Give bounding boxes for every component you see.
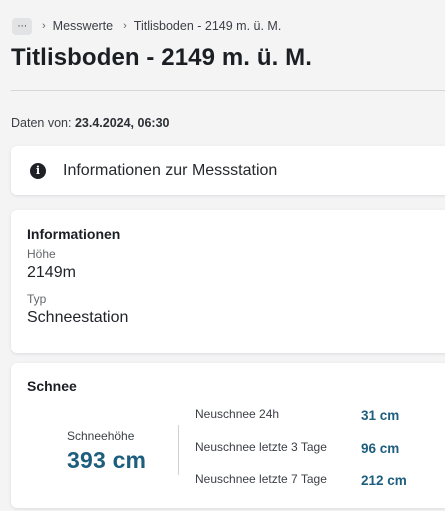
station-info-label: Informationen zur Messstation bbox=[63, 161, 278, 179]
type-label: Typ bbox=[27, 292, 47, 306]
breadcrumb-item-current: Titlisboden - 2149 m. ü. M. bbox=[133, 19, 282, 33]
info-icon: i bbox=[30, 162, 46, 179]
new-snow-24h-value: 31 cm bbox=[361, 408, 400, 423]
new-snow-24h-label: Neuschnee 24h bbox=[195, 407, 280, 421]
new-snow-3d: Neuschnee letzte 3 Tage 96 cm bbox=[195, 440, 399, 456]
divider bbox=[11, 90, 445, 91]
chevron-right-icon: › bbox=[42, 20, 46, 32]
snow-depth-label: Schneehöhe bbox=[67, 429, 135, 443]
type-value: Schneestation bbox=[27, 309, 129, 326]
new-snow-3d-value: 96 cm bbox=[361, 441, 400, 456]
details-card: Informationen Höhe 2149m Typ Schneestati… bbox=[11, 210, 445, 353]
breadcrumb-item-messwerte[interactable]: Messwerte bbox=[53, 19, 113, 33]
details-heading: Informationen bbox=[27, 226, 121, 242]
page-title: Titlisboden - 2149 m. ü. M. bbox=[11, 44, 312, 71]
new-snow-7d-label: Neuschnee letzte 7 Tage bbox=[195, 472, 327, 486]
snow-card: Schnee Schneehöhe 393 cm Neuschnee 24h 3… bbox=[11, 363, 445, 508]
new-snow-3d-label: Neuschnee letzte 3 Tage bbox=[195, 440, 327, 454]
data-timestamp: Daten von: 23.4.2024, 06:30 bbox=[11, 116, 169, 130]
vertical-divider bbox=[178, 425, 179, 475]
snow-heading: Schnee bbox=[27, 378, 77, 394]
elevation-label: Höhe bbox=[27, 247, 56, 261]
data-timestamp-value: 23.4.2024, 06:30 bbox=[74, 116, 170, 130]
new-snow-7d-value: 212 cm bbox=[361, 473, 407, 488]
new-snow-7d: Neuschnee letzte 7 Tage 212 cm bbox=[195, 472, 407, 488]
elevation-value: 2149m bbox=[27, 264, 76, 281]
new-snow-24h: Neuschnee 24h 31 cm bbox=[195, 407, 399, 423]
data-timestamp-label: Daten von: bbox=[11, 116, 72, 130]
station-info-accordion[interactable]: i Informationen zur Messstation bbox=[11, 146, 445, 195]
breadcrumb: ··· › Messwerte › Titlisboden - 2149 m. … bbox=[12, 17, 281, 35]
snow-depth-value: 393 cm bbox=[67, 447, 147, 473]
snow-depth: Schneehöhe 393 cm bbox=[67, 429, 146, 474]
chevron-right-icon: › bbox=[123, 20, 127, 32]
breadcrumb-more-button[interactable]: ··· bbox=[12, 17, 32, 35]
